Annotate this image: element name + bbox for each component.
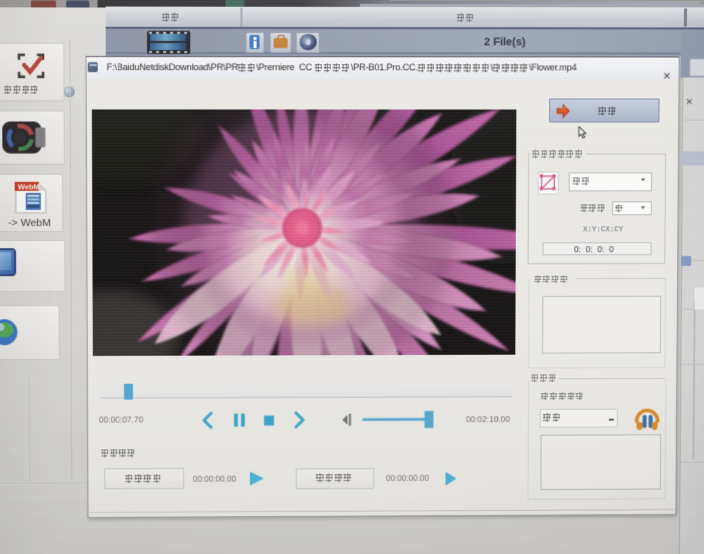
- svg-text:WebM: WebM: [18, 183, 40, 192]
